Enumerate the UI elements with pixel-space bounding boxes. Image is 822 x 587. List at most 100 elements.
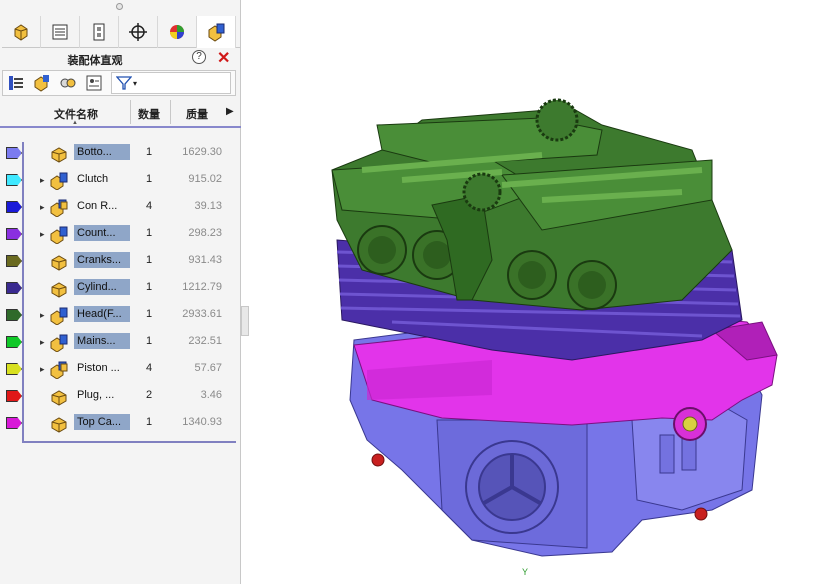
color-scale-marker: [6, 201, 22, 213]
chevron-down-icon: ▾: [133, 78, 138, 88]
component-quantity: 1: [146, 416, 153, 428]
list-item[interactable]: ▸ Head(F... 1 2933.61: [0, 304, 241, 331]
assembly-icon: [50, 361, 68, 382]
list-item[interactable]: ▸ Piston ... 4 57.67: [0, 358, 241, 385]
part-icon: [50, 415, 68, 436]
assembly-icon: [50, 199, 68, 220]
propertymanager-tab[interactable]: [41, 16, 80, 48]
component-name: Clutch: [77, 173, 109, 185]
expand-arrow-icon[interactable]: ▸: [40, 175, 45, 186]
component-properties-icon: [86, 75, 102, 91]
group-view-button[interactable]: [55, 71, 81, 95]
gradient-sort-button[interactable]: [3, 71, 29, 95]
assembly-visualization-icon: [208, 23, 225, 42]
dimxpert-tab[interactable]: [119, 16, 158, 48]
list-item[interactable]: Cranks... 1 931.43: [0, 250, 241, 277]
assembly-icon: [50, 226, 68, 247]
expand-arrow-icon[interactable]: ▸: [40, 202, 45, 213]
component-quantity: 4: [146, 362, 153, 374]
component-quantity: 1: [146, 146, 153, 158]
component-mass: 931.43: [188, 254, 222, 266]
filter-icon: [116, 76, 132, 90]
component-mass: 1629.30: [182, 146, 222, 158]
color-scale-marker: [6, 390, 22, 402]
list-item[interactable]: ▸ Mains... 1 232.51: [0, 331, 241, 358]
component-mass: 1212.79: [182, 281, 222, 293]
component-name: Mains...: [74, 333, 130, 349]
assembly-icon: [50, 307, 68, 328]
color-scale-marker: [6, 255, 22, 267]
color-scale-marker: [6, 309, 22, 321]
chevron-right-icon[interactable]: ▶: [226, 106, 234, 117]
assembly-icon: [50, 334, 68, 355]
color-scale-marker: [6, 174, 22, 186]
component-list: Botto... 1 1629.30 ▸ Clutch 1 915.02 ▸ Con R... 4…: [0, 142, 241, 439]
column-qty-header[interactable]: 数量: [138, 106, 160, 122]
property-list-icon: [52, 24, 68, 40]
gradient-bars-icon: [9, 76, 23, 90]
panel-grip-handle[interactable]: [116, 3, 123, 10]
graphics-viewport[interactable]: Y: [242, 0, 822, 584]
head-assembly-part[interactable]: [331, 98, 733, 311]
part-icon: [50, 388, 68, 409]
list-item[interactable]: ▸ Count... 1 298.23: [0, 223, 241, 250]
list-item[interactable]: Top Ca... 1 1340.93: [0, 412, 241, 439]
component-mass: 2933.61: [182, 308, 222, 320]
component-quantity: 1: [146, 308, 153, 320]
assembly-icon: [34, 75, 49, 92]
component-name: Botto...: [74, 144, 130, 160]
expand-arrow-icon[interactable]: ▸: [40, 337, 45, 348]
featuremanager-icon: [14, 24, 28, 41]
list-item[interactable]: Plug, ... 2 3.46: [0, 385, 241, 412]
component-name: Plug, ...: [77, 389, 115, 401]
part-icon: [50, 280, 68, 301]
column-divider[interactable]: [130, 100, 131, 124]
list-item[interactable]: Botto... 1 1629.30: [0, 142, 241, 169]
component-quantity: 1: [146, 173, 153, 185]
list-item[interactable]: ▸ Clutch 1 915.02: [0, 169, 241, 196]
component-name: Count...: [74, 225, 130, 241]
expand-arrow-icon[interactable]: ▸: [40, 229, 45, 240]
group-icon: [60, 78, 76, 88]
properties-button[interactable]: [81, 71, 107, 95]
component-mass: 298.23: [188, 227, 222, 239]
filter-dropdown[interactable]: ▾: [111, 72, 231, 94]
assembly-view-button[interactable]: [29, 71, 55, 95]
column-mass-header[interactable]: 质量: [186, 106, 208, 122]
assembly-visualization-panel: 装配体直观 ? ✕ ▾ 文件名称 ▲ 数量 质量 ▶ Botto... 1 1629…: [0, 0, 241, 584]
close-icon[interactable]: ✕: [217, 48, 230, 68]
assembly-visualization-tab[interactable]: [197, 16, 236, 48]
component-mass: 1340.93: [182, 416, 222, 428]
component-name: Cylind...: [74, 279, 130, 295]
color-wheel-icon: [170, 25, 184, 39]
assembly-icon: [50, 172, 68, 193]
crosshair-icon: [129, 23, 147, 41]
color-scale-marker: [6, 336, 22, 348]
column-divider[interactable]: [170, 100, 171, 124]
component-mass: 39.13: [194, 200, 222, 212]
component-mass: 57.67: [194, 362, 222, 374]
list-item[interactable]: Cylind... 1 1212.79: [0, 277, 241, 304]
help-icon[interactable]: ?: [192, 50, 206, 64]
component-quantity: 2: [146, 389, 153, 401]
component-quantity: 1: [146, 281, 153, 293]
configurationmanager-tab[interactable]: [80, 16, 119, 48]
column-header: 文件名称 ▲ 数量 质量 ▶: [0, 98, 241, 128]
color-scale-marker: [6, 228, 22, 240]
manager-tabs: [2, 16, 240, 48]
featuremanager-tab[interactable]: [2, 16, 41, 48]
component-quantity: 1: [146, 335, 153, 347]
part-icon: [50, 253, 68, 274]
component-quantity: 1: [146, 254, 153, 266]
component-name: Top Ca...: [74, 414, 130, 430]
component-name: Piston ...: [77, 362, 120, 374]
visualization-toolbar: ▾: [2, 70, 236, 96]
component-name: Head(F...: [74, 306, 130, 322]
expand-arrow-icon[interactable]: ▸: [40, 364, 45, 375]
component-mass: 915.02: [188, 173, 222, 185]
engine-model[interactable]: [242, 0, 822, 584]
expand-arrow-icon[interactable]: ▸: [40, 310, 45, 321]
displaymanager-tab[interactable]: [158, 16, 197, 48]
sort-indicator-icon: ▲: [72, 120, 78, 126]
list-item[interactable]: ▸ Con R... 4 39.13: [0, 196, 241, 223]
